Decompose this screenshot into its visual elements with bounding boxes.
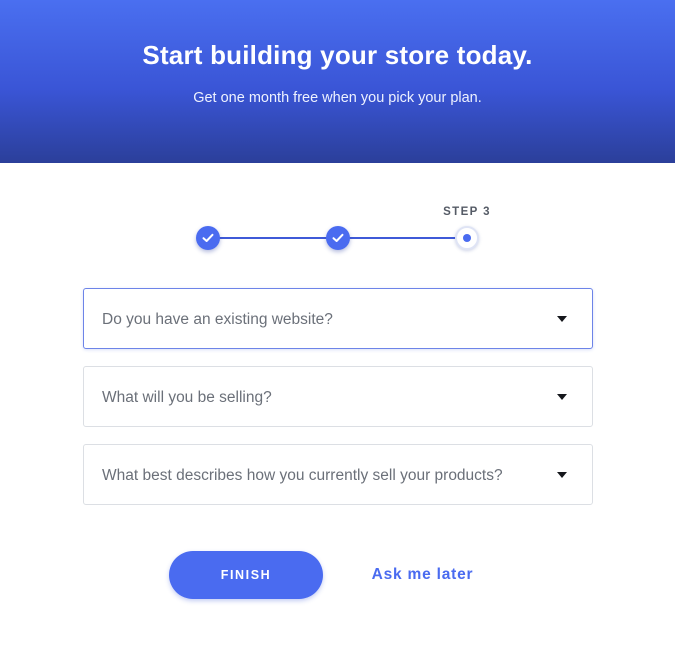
sales-channel-placeholder: What best describes how you currently se… bbox=[102, 467, 503, 484]
existing-website-placeholder: Do you have an existing website? bbox=[102, 311, 333, 328]
selling-category-select[interactable]: What will you be selling? bbox=[83, 366, 593, 427]
step-1-complete bbox=[196, 226, 220, 250]
finish-button[interactable]: FINISH bbox=[169, 551, 323, 599]
page-subtitle: Get one month free when you pick your pl… bbox=[193, 90, 482, 106]
dot-icon bbox=[463, 234, 471, 242]
hero-banner: Start building your store today. Get one… bbox=[0, 0, 675, 163]
sales-channel-select[interactable]: What best describes how you currently se… bbox=[83, 444, 593, 505]
caret-down-icon bbox=[557, 394, 567, 400]
current-step-label: STEP 3 bbox=[443, 206, 491, 218]
caret-down-icon bbox=[557, 316, 567, 322]
selling-category-placeholder: What will you be selling? bbox=[102, 389, 272, 406]
ask-me-later-link[interactable]: Ask me later bbox=[360, 566, 485, 584]
step-3-current bbox=[455, 226, 479, 250]
step-connector-1 bbox=[208, 237, 338, 239]
progress-stepper: STEP 3 bbox=[0, 195, 675, 265]
existing-website-select[interactable]: Do you have an existing website? bbox=[83, 288, 593, 349]
page-title: Start building your store today. bbox=[142, 40, 533, 70]
step-2-complete bbox=[326, 226, 350, 250]
step-connector-2 bbox=[338, 237, 467, 239]
check-icon bbox=[202, 233, 214, 242]
caret-down-icon bbox=[557, 472, 567, 478]
check-icon bbox=[332, 233, 344, 242]
